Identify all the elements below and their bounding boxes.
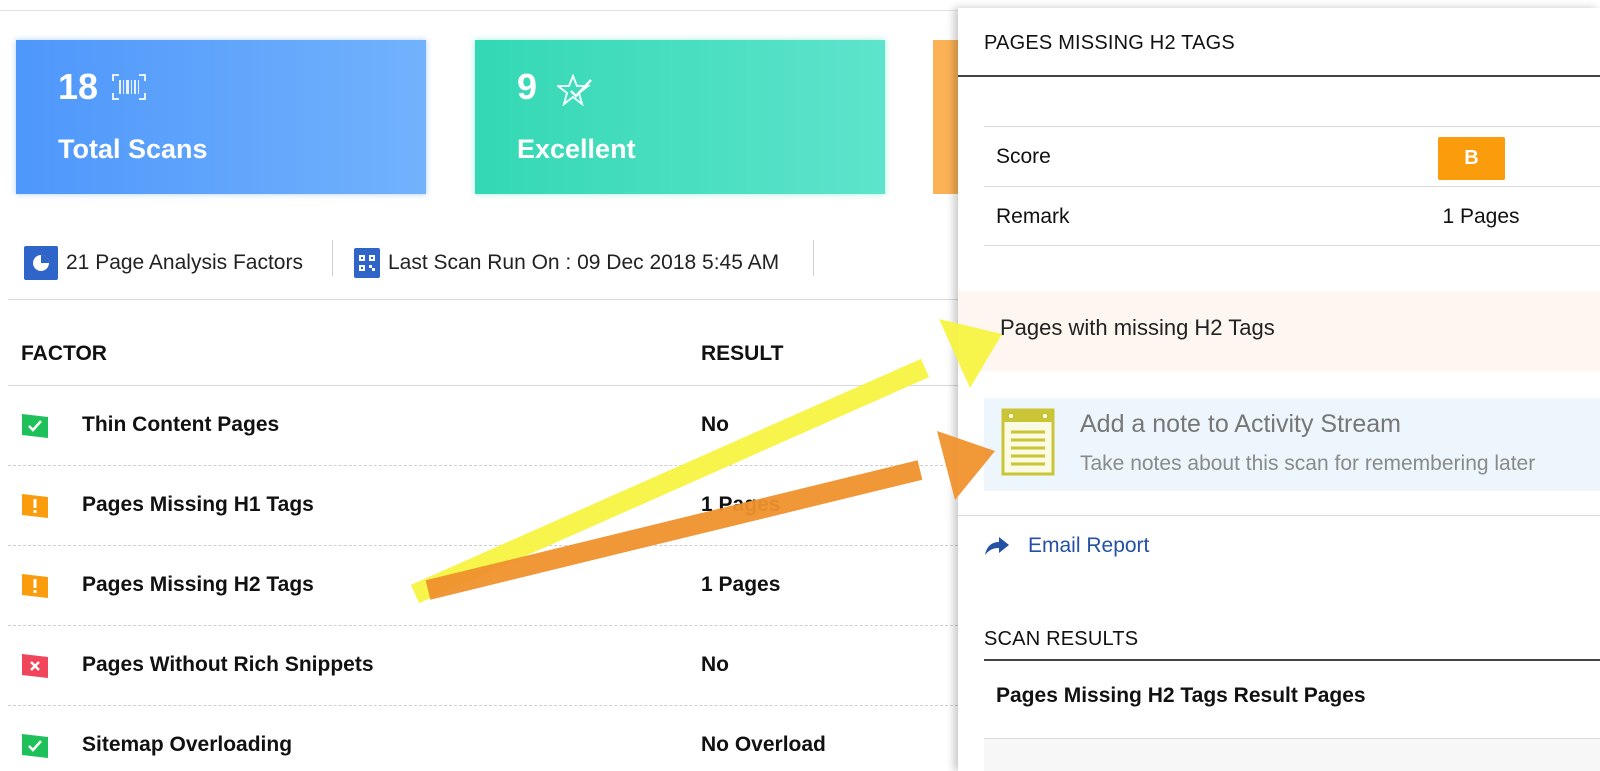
- table-row[interactable]: Sitemap Overloading No Overload: [8, 705, 958, 771]
- error-flag-icon: [22, 654, 48, 678]
- last-scan-info: Last Scan Run On : 09 Dec 2018 5:45 AM: [354, 246, 779, 280]
- star-check-icon: [555, 73, 593, 111]
- check-flag-icon: [22, 734, 48, 758]
- result-pages-label: Pages Missing H2 Tags Result Pages: [996, 684, 1366, 707]
- note-title: Add a note to Activity Stream: [1080, 410, 1401, 438]
- result-pages-table-header: [984, 738, 1600, 771]
- table-row[interactable]: Pages Missing H2 Tags 1 Pages: [8, 545, 958, 625]
- stat-label: Total Scans: [58, 134, 208, 164]
- factor-name: Sitemap Overloading: [82, 733, 293, 756]
- factor-result: No: [701, 653, 729, 676]
- seo-scan-page: 18 Total Scans 9 Excellent 21 Page Analy…: [0, 0, 1600, 771]
- share-arrow-icon: [985, 537, 1009, 555]
- factor-result: No: [701, 413, 729, 436]
- qr-code-icon: [354, 248, 380, 278]
- top-divider: [0, 10, 958, 11]
- stat-label: Excellent: [517, 134, 636, 164]
- score-table: Score B Remark 1 Pages: [984, 126, 1600, 246]
- add-note-activity-stream[interactable]: Add a note to Activity Stream Take notes…: [984, 398, 1600, 491]
- barcode-icon: [112, 74, 146, 105]
- panel-title: PAGES MISSING H2 TAGS: [984, 32, 1235, 54]
- factor-column-header: FACTOR: [21, 342, 107, 365]
- info-separator: [332, 240, 333, 276]
- email-report-link[interactable]: Email Report: [984, 531, 1149, 561]
- last-scan-text: Last Scan Run On : 09 Dec 2018 5:45 AM: [388, 251, 780, 274]
- score-row: Score B: [984, 126, 1600, 186]
- scan-results-title: SCAN RESULTS: [984, 628, 1139, 650]
- section-divider: [8, 299, 958, 300]
- factor-result: No Overload: [701, 733, 826, 756]
- detail-panel: PAGES MISSING H2 TAGS Score B Remark 1 P…: [958, 8, 1600, 771]
- remark-label: Remark: [996, 205, 1070, 228]
- missing-tags-banner: Pages with missing H2 Tags: [958, 291, 1600, 371]
- stat-value: 18: [58, 66, 99, 107]
- panel-title-underline: [958, 75, 1600, 77]
- notepad-icon: [1001, 408, 1055, 476]
- factor-result: 1 Pages: [701, 573, 781, 596]
- result-column-header: RESULT: [701, 342, 784, 365]
- factor-result: 1 Pages: [701, 493, 781, 516]
- factors-text: 21 Page Analysis Factors: [66, 251, 303, 274]
- factor-name: Pages Missing H2 Tags: [82, 573, 314, 596]
- check-flag-icon: [22, 414, 48, 438]
- warning-flag-icon: [22, 574, 48, 598]
- warning-flag-icon: [22, 494, 48, 518]
- score-grade-badge: B: [1438, 137, 1505, 180]
- table-row[interactable]: Pages Without Rich Snippets No: [8, 625, 958, 705]
- table-row[interactable]: Pages Missing H1 Tags 1 Pages: [8, 465, 958, 545]
- note-subtitle: Take notes about this scan for rememberi…: [1080, 452, 1536, 475]
- table-row[interactable]: Thin Content Pages No: [8, 385, 958, 465]
- factor-name: Pages Without Rich Snippets: [82, 653, 374, 676]
- stat-card-excellent[interactable]: 9 Excellent: [475, 40, 885, 194]
- stat-value: 9: [517, 66, 538, 107]
- scan-results-underline: [984, 659, 1600, 661]
- panel-divider: [958, 515, 1600, 516]
- factor-name: Pages Missing H1 Tags: [82, 493, 314, 516]
- factor-name: Thin Content Pages: [82, 413, 280, 436]
- remark-value: 1 Pages: [1442, 205, 1520, 228]
- pie-chart-icon: [24, 246, 58, 280]
- page-analysis-factors: 21 Page Analysis Factors: [24, 246, 303, 280]
- info-separator: [813, 240, 814, 276]
- email-report-label: Email Report: [1028, 534, 1150, 557]
- missing-tags-text: Pages with missing H2 Tags: [1000, 315, 1275, 340]
- score-label: Score: [996, 145, 1051, 168]
- remark-row: Remark 1 Pages: [984, 186, 1600, 246]
- stat-card-total-scans[interactable]: 18 Total Scans: [16, 40, 426, 194]
